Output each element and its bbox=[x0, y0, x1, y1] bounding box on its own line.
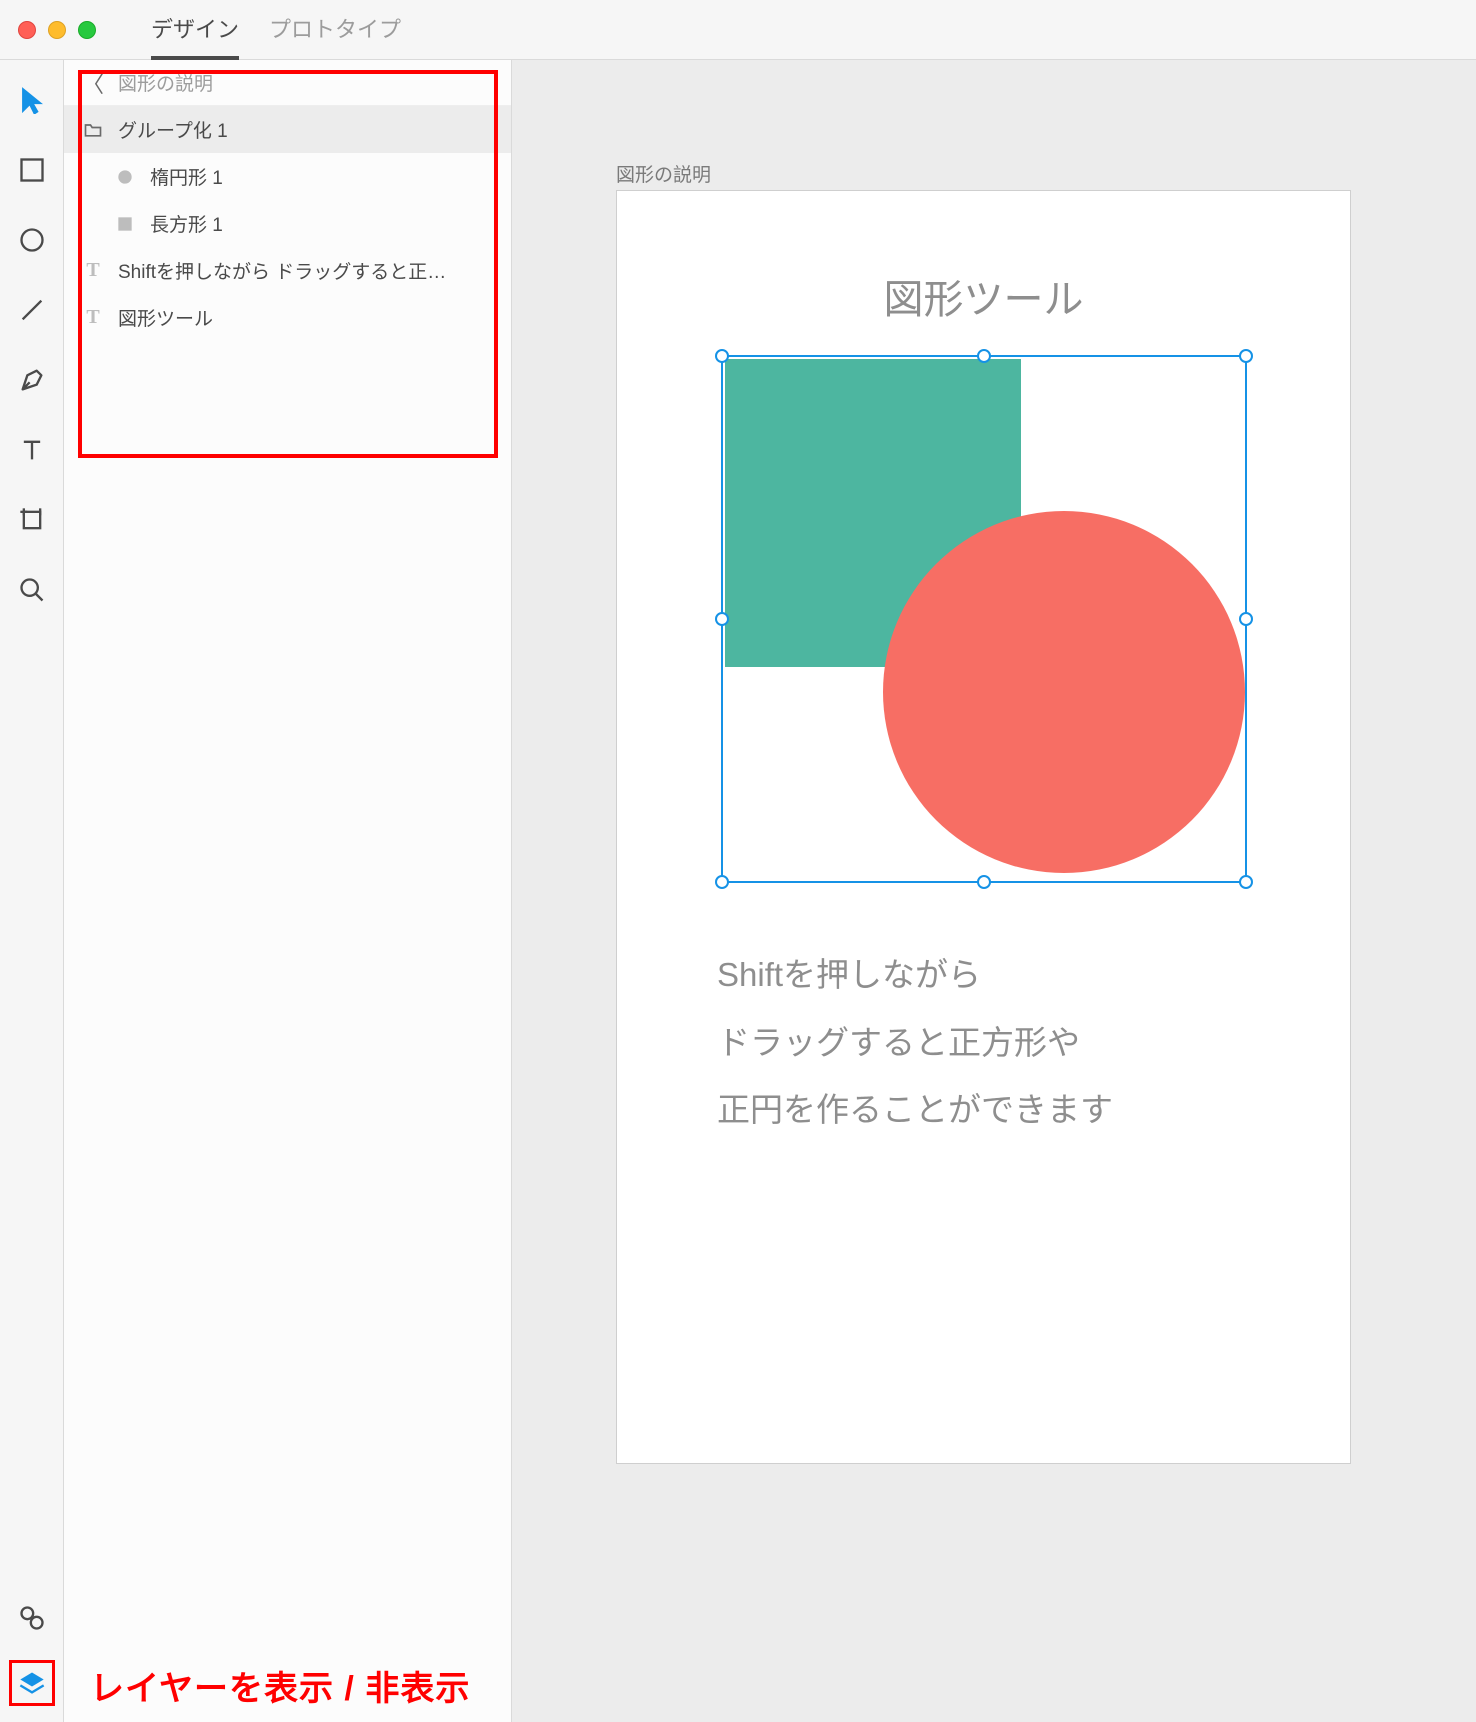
selection-bounds[interactable] bbox=[721, 355, 1247, 883]
resize-handle-bl[interactable] bbox=[715, 875, 729, 889]
layer-label: 長方形 1 bbox=[150, 210, 223, 237]
toolbar bbox=[0, 60, 64, 1722]
zoom-tool[interactable] bbox=[16, 574, 48, 606]
text-icon: T bbox=[82, 307, 104, 329]
back-chevron-icon[interactable]: 〈 bbox=[82, 67, 104, 99]
tab-design[interactable]: デザイン bbox=[151, 12, 239, 48]
resize-handle-mr[interactable] bbox=[1239, 612, 1253, 626]
layers-header: 〈 図形の説明 bbox=[64, 60, 511, 106]
minimize-window-button[interactable] bbox=[48, 21, 66, 39]
toolbar-bottom bbox=[0, 1602, 63, 1706]
text-tool[interactable] bbox=[16, 434, 48, 466]
rect-icon bbox=[114, 213, 136, 235]
artboard-tool[interactable] bbox=[16, 504, 48, 536]
select-tool[interactable] bbox=[16, 84, 48, 116]
ellipse-icon bbox=[114, 166, 136, 188]
layers-panel: 〈 図形の説明 グループ化 1 楕円形 1 長方形 1 T Shiftを押しなが… bbox=[64, 60, 512, 1722]
resize-handle-ml[interactable] bbox=[715, 612, 729, 626]
tab-prototype[interactable]: プロトタイプ bbox=[269, 12, 401, 48]
layer-label: 楕円形 1 bbox=[150, 163, 223, 190]
layer-label: 図形ツール bbox=[118, 304, 213, 331]
resize-handle-bm[interactable] bbox=[977, 875, 991, 889]
pen-tool[interactable] bbox=[16, 364, 48, 396]
layer-label: Shiftを押しながら ドラッグすると正… bbox=[118, 257, 446, 284]
layer-row-text-2[interactable]: T 図形ツール bbox=[64, 294, 511, 341]
close-window-button[interactable] bbox=[18, 21, 36, 39]
window-controls bbox=[18, 21, 96, 39]
layers-button-highlight bbox=[9, 1660, 55, 1706]
assets-button[interactable] bbox=[16, 1602, 48, 1634]
layer-row-rect[interactable]: 長方形 1 bbox=[64, 200, 511, 247]
titlebar: デザイン プロトタイプ bbox=[0, 0, 1476, 60]
resize-handle-tm[interactable] bbox=[977, 349, 991, 363]
resize-handle-br[interactable] bbox=[1239, 875, 1253, 889]
layer-label: グループ化 1 bbox=[118, 116, 228, 143]
rectangle-tool[interactable] bbox=[16, 154, 48, 186]
layer-row-group[interactable]: グループ化 1 bbox=[64, 106, 511, 153]
artboard-body-text[interactable]: Shiftを押しながらドラッグすると正方形や正円を作ることができます bbox=[717, 941, 1290, 1144]
ellipse-tool[interactable] bbox=[16, 224, 48, 256]
canvas[interactable]: 図形の説明 図形ツール Shiftを押しながらドラッグすると正方形や正円を作るこ… bbox=[512, 60, 1476, 1722]
layers-toggle-button[interactable] bbox=[16, 1667, 48, 1699]
resize-handle-tr[interactable] bbox=[1239, 349, 1253, 363]
mode-tabs: デザイン プロトタイプ bbox=[151, 0, 401, 59]
maximize-window-button[interactable] bbox=[78, 21, 96, 39]
layers-header-title: 図形の説明 bbox=[118, 69, 213, 96]
main-area: 〈 図形の説明 グループ化 1 楕円形 1 長方形 1 T Shiftを押しなが… bbox=[0, 60, 1476, 1722]
layer-row-ellipse[interactable]: 楕円形 1 bbox=[64, 153, 511, 200]
layer-row-text-1[interactable]: T Shiftを押しながら ドラッグすると正… bbox=[64, 247, 511, 294]
artboard[interactable]: 図形ツール Shiftを押しながらドラッグすると正方形や正円を作ることができます bbox=[616, 190, 1351, 1464]
text-icon: T bbox=[82, 260, 104, 282]
artboard-label[interactable]: 図形の説明 bbox=[616, 160, 711, 187]
line-tool[interactable] bbox=[16, 294, 48, 326]
resize-handle-tl[interactable] bbox=[715, 349, 729, 363]
annotation-text: レイヤーを表示 / 非表示 bbox=[90, 1661, 470, 1710]
folder-icon bbox=[82, 119, 104, 141]
artboard-title-text[interactable]: 図形ツール bbox=[617, 267, 1350, 325]
